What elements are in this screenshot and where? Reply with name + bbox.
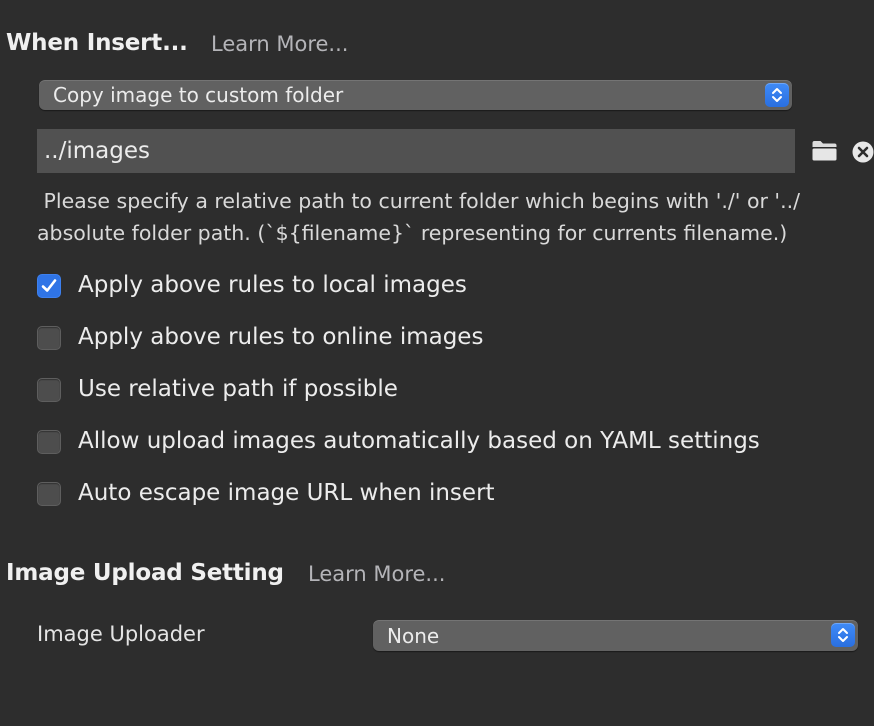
insert-action-select[interactable]: Copy image to custom folder [39, 80, 792, 110]
option-local-images-label: Apply above rules to local images [78, 272, 467, 298]
clear-path-icon[interactable] [852, 141, 874, 163]
image-uploader-select[interactable]: None [373, 620, 858, 651]
folder-icon[interactable] [811, 139, 838, 162]
upload-learn-more-link[interactable]: Learn More... [308, 562, 445, 586]
folder-help-text: Please specify a relative path to curren… [37, 185, 800, 249]
folder-path-field[interactable] [37, 129, 795, 173]
option-online-images-label: Apply above rules to online images [78, 324, 484, 350]
when-insert-learn-more-link[interactable]: Learn More... [211, 32, 348, 56]
when-insert-heading: When Insert... [6, 30, 188, 56]
option-relative-path-label: Use relative path if possible [78, 376, 398, 402]
option-yaml-upload-label: Allow upload images automatically based … [78, 428, 760, 454]
checkbox-relative-path[interactable] [37, 378, 61, 402]
folder-path-input[interactable] [37, 129, 795, 173]
option-escape-url-label: Auto escape image URL when insert [78, 480, 495, 506]
insert-action-select-value: Copy image to custom folder [53, 83, 344, 107]
folder-help-line-2: absolute folder path. (`${filename}` rep… [37, 221, 788, 245]
image-uploader-label: Image Uploader [37, 622, 205, 646]
folder-help-line-1: Please specify a relative path to curren… [37, 189, 801, 213]
checkmark-icon [41, 279, 57, 292]
checkbox-online-images[interactable] [37, 326, 61, 350]
select-stepper-icon [765, 83, 789, 107]
checkbox-escape-url[interactable] [37, 482, 61, 506]
image-uploader-select-value: None [387, 623, 440, 648]
checkbox-yaml-upload[interactable] [37, 430, 61, 454]
image-upload-heading: Image Upload Setting [6, 560, 284, 586]
checkbox-local-images[interactable] [37, 274, 61, 298]
select-stepper-icon [831, 623, 855, 647]
